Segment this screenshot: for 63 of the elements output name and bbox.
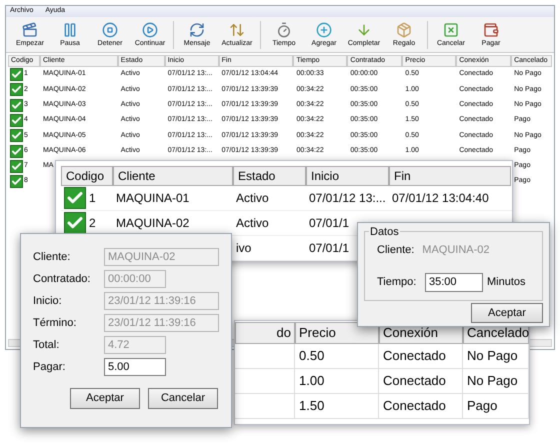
check-icon [10, 114, 23, 128]
refresh-icon [189, 22, 205, 38]
field-label: Total: [33, 338, 60, 353]
dialog-button[interactable]: Aceptar [70, 388, 140, 409]
table-cell-text: Pago [467, 397, 498, 416]
table-cell-text: Conectado [383, 347, 446, 366]
column-header[interactable]: Fin [389, 166, 511, 186]
client-value: MAQUINA-02 [422, 243, 490, 258]
unit-label: Minutos [487, 274, 526, 290]
timer-icon [276, 22, 292, 38]
field-label: Cliente: [33, 250, 72, 265]
table-cell-text: ivo [236, 240, 252, 257]
field-label: Contratado: [33, 272, 92, 287]
column-header[interactable]: Estado [233, 166, 306, 186]
x-square-icon [443, 22, 459, 38]
check-icon [10, 129, 23, 142]
input-field[interactable]: 5.00 [104, 358, 166, 376]
check-icon [10, 160, 23, 173]
accept-button[interactable]: Aceptar [471, 303, 543, 323]
check-icon [10, 175, 23, 188]
table-cell-text: 07/01/12 13:04:40 [392, 190, 489, 207]
column-header[interactable]: Precio [295, 322, 379, 344]
check-icon [10, 144, 23, 158]
field-label: Pagar: [33, 360, 66, 375]
pause-icon [62, 22, 78, 38]
column-header[interactable]: do [235, 322, 295, 344]
dialog-button[interactable]: Cancelar [148, 388, 218, 409]
check-icon [64, 187, 86, 209]
table-cell-text: 0.50 [299, 347, 324, 366]
stop-icon [102, 22, 118, 38]
table-cell-text: Conectado [383, 372, 446, 390]
table-cell-text: Conectado [383, 397, 446, 416]
clapperboard-icon [22, 22, 38, 38]
play-icon [142, 22, 158, 38]
package-icon [396, 22, 412, 38]
check-icon [10, 83, 23, 96]
column-header[interactable]: Cliente [113, 166, 233, 186]
plus-icon [316, 22, 332, 38]
table-cell-text: Activo [236, 215, 269, 232]
table-cell-text: 07/01/12 13:... [309, 190, 386, 207]
check-icon [10, 98, 23, 112]
table-cell-text: 2 [89, 215, 96, 232]
arrows-icon [229, 22, 245, 38]
table-cell-text: 1 [89, 190, 96, 207]
table-cell-text: 07/01/1 [309, 215, 350, 232]
column-header[interactable]: Inicio [306, 166, 389, 186]
check-icon [64, 212, 86, 234]
table-cell-text: MAQUINA-01 [116, 190, 190, 207]
table-cell-text: 1.00 [299, 372, 324, 390]
table-cell-text: 1.50 [299, 397, 324, 416]
time-field[interactable]: 35:00 [425, 272, 483, 292]
table-cell-text: No Pago [467, 347, 518, 366]
table-cell-text: 07/01/1 [309, 240, 350, 257]
column-header[interactable]: Codigo [61, 166, 113, 186]
table-cell-text: MAQUINA-02 [116, 215, 190, 232]
wallet-icon [483, 22, 499, 38]
field-label: Inicio: [33, 294, 63, 309]
field-label: Tiempo: [377, 274, 418, 290]
check-icon [10, 68, 23, 82]
field-label: Cliente: [377, 243, 414, 258]
table-cell-text: No Pago [467, 372, 518, 390]
table-cell-text: Activo [236, 190, 269, 207]
field-label: Término: [33, 316, 78, 331]
